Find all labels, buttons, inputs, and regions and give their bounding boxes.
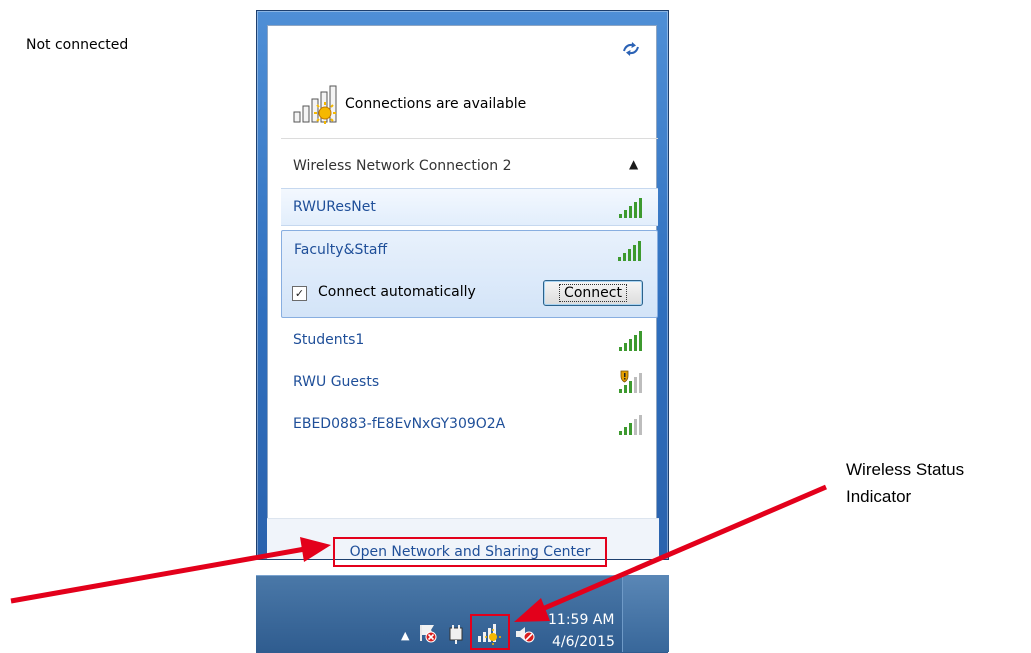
callout-line1: Wireless Status xyxy=(846,460,965,479)
callout-line2: Indicator xyxy=(846,487,912,506)
annotation-callout: Wireless Status Indicator xyxy=(846,456,964,510)
annotation-arrows xyxy=(10,484,827,622)
